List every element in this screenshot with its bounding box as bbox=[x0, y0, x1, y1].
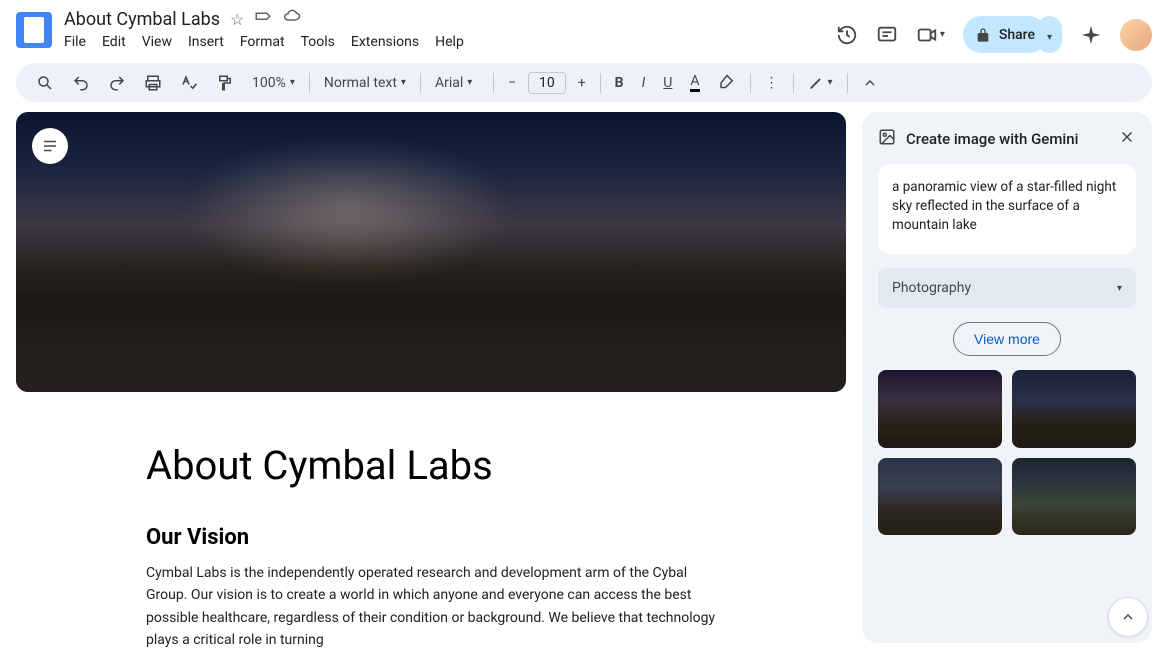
menu-help[interactable]: Help bbox=[435, 34, 464, 50]
star-icon[interactable]: ☆ bbox=[230, 10, 244, 29]
toolbar: 100% ▾ Normal text ▾ Arial ▾ − 10 + B I … bbox=[16, 63, 1152, 102]
move-icon[interactable] bbox=[254, 8, 272, 30]
share-button[interactable]: Share bbox=[963, 16, 1047, 53]
share-dropdown[interactable]: ▾ bbox=[1037, 16, 1062, 53]
print-icon[interactable] bbox=[136, 68, 170, 98]
scroll-up-button[interactable] bbox=[1108, 597, 1148, 637]
redo-icon[interactable] bbox=[100, 68, 134, 98]
menu-insert[interactable]: Insert bbox=[188, 34, 224, 50]
pen-mode-icon[interactable]: ▾ bbox=[800, 69, 841, 97]
style-value: Photography bbox=[892, 280, 971, 296]
paragraph-style-dropdown[interactable]: Normal text ▾ bbox=[316, 69, 414, 97]
menu-tools[interactable]: Tools bbox=[301, 34, 335, 50]
style-dropdown[interactable]: Photography ▾ bbox=[878, 268, 1136, 308]
doc-heading-1[interactable]: About Cymbal Labs bbox=[146, 442, 716, 489]
view-more-button[interactable]: View more bbox=[953, 322, 1061, 356]
panel-title: Create image with Gemini bbox=[906, 130, 1108, 148]
share-label: Share bbox=[999, 27, 1035, 43]
gemini-panel: Create image with Gemini a panoramic vie… bbox=[862, 112, 1152, 643]
document-canvas[interactable]: About Cymbal Labs Our Vision Cymbal Labs… bbox=[0, 112, 862, 659]
menu-extensions[interactable]: Extensions bbox=[351, 34, 419, 50]
highlight-icon[interactable] bbox=[710, 68, 744, 98]
prompt-input[interactable]: a panoramic view of a star-filled night … bbox=[878, 164, 1136, 254]
search-icon[interactable] bbox=[28, 68, 62, 98]
font-value: Arial bbox=[435, 75, 463, 91]
menu-view[interactable]: View bbox=[142, 34, 172, 50]
font-size-input[interactable]: 10 bbox=[528, 72, 566, 94]
history-icon[interactable] bbox=[836, 24, 858, 46]
decrease-font-icon[interactable]: − bbox=[500, 69, 524, 97]
image-icon bbox=[878, 128, 896, 150]
generated-image-4[interactable] bbox=[1012, 458, 1136, 536]
document-title[interactable]: About Cymbal Labs bbox=[64, 9, 220, 30]
docs-logo[interactable] bbox=[16, 12, 52, 48]
zoom-value: 100% bbox=[252, 75, 286, 91]
meet-icon[interactable]: ▾ bbox=[916, 24, 945, 46]
collapse-toolbar-icon[interactable] bbox=[854, 69, 886, 97]
spellcheck-icon[interactable] bbox=[172, 68, 206, 98]
close-icon[interactable] bbox=[1118, 128, 1136, 150]
doc-paragraph[interactable]: Cymbal Labs is the independently operate… bbox=[146, 562, 716, 652]
bold-icon[interactable]: B bbox=[607, 69, 632, 97]
zoom-dropdown[interactable]: 100% ▾ bbox=[244, 69, 303, 97]
account-avatar[interactable] bbox=[1120, 19, 1152, 51]
generated-image-2[interactable] bbox=[1012, 370, 1136, 448]
hero-image[interactable] bbox=[16, 112, 846, 392]
underline-icon[interactable]: U bbox=[655, 69, 680, 97]
menu-file[interactable]: File bbox=[64, 34, 86, 50]
more-icon[interactable]: ⋮ bbox=[757, 69, 787, 97]
undo-icon[interactable] bbox=[64, 68, 98, 98]
doc-heading-2[interactable]: Our Vision bbox=[146, 525, 716, 550]
text-color-icon[interactable]: A bbox=[682, 67, 707, 98]
generated-image-1[interactable] bbox=[878, 370, 1002, 448]
menu-edit[interactable]: Edit bbox=[102, 34, 126, 50]
comments-icon[interactable] bbox=[876, 24, 898, 46]
style-value: Normal text bbox=[324, 75, 397, 91]
outline-toggle-icon[interactable] bbox=[32, 128, 68, 164]
cloud-status-icon[interactable] bbox=[282, 8, 302, 30]
italic-icon[interactable]: I bbox=[634, 69, 654, 97]
font-dropdown[interactable]: Arial ▾ bbox=[427, 69, 487, 97]
increase-font-icon[interactable]: + bbox=[570, 69, 594, 97]
gemini-spark-icon[interactable] bbox=[1080, 24, 1102, 46]
menu-format[interactable]: Format bbox=[240, 34, 285, 50]
generated-image-3[interactable] bbox=[878, 458, 1002, 536]
paint-format-icon[interactable] bbox=[208, 68, 242, 98]
